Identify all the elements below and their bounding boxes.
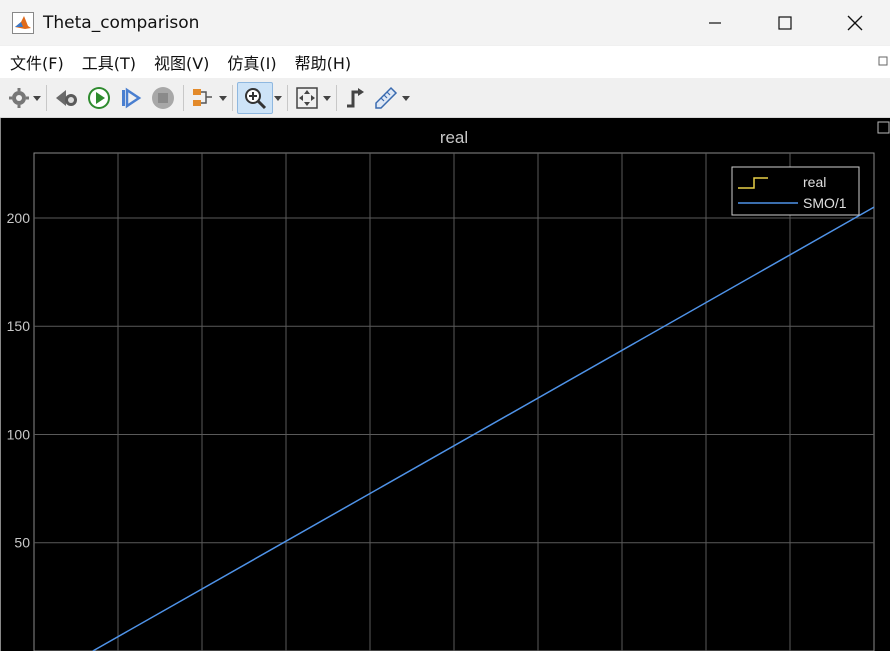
menu-view[interactable]: 视图(V): [154, 50, 209, 74]
undock-icon[interactable]: [877, 121, 890, 134]
collapse-menu-icon[interactable]: [878, 56, 888, 66]
fit-dropdown[interactable]: [322, 83, 332, 113]
toolbar: [0, 79, 890, 118]
fit-to-view-icon: [296, 87, 318, 109]
run-icon: [88, 87, 110, 109]
maximize-icon: [778, 15, 792, 30]
chevron-down-icon: [323, 95, 331, 101]
step-forward-button[interactable]: [115, 83, 147, 113]
settings-dropdown[interactable]: [32, 83, 42, 113]
legend-label-real: real: [803, 174, 826, 190]
zoom-in-button[interactable]: [237, 82, 273, 114]
toolbar-divider: [46, 85, 47, 111]
minimize-icon: [709, 21, 721, 24]
maximize-button[interactable]: [750, 0, 820, 45]
menu-bar: 文件(F) 工具(T) 视图(V) 仿真(I) 帮助(H): [0, 46, 890, 78]
menu-file[interactable]: 文件(F): [10, 50, 64, 74]
legend-label-smo: SMO/1: [803, 195, 847, 211]
y-tick-label: 100: [7, 426, 31, 442]
settings-button[interactable]: [6, 83, 32, 113]
window-title: Theta_comparison: [43, 12, 200, 33]
stop-button[interactable]: [147, 83, 179, 113]
menu-tools[interactable]: 工具(T): [82, 50, 136, 74]
chevron-down-icon: [274, 95, 282, 101]
settings-icon: [9, 88, 29, 108]
scope-plot[interactable]: real 50 100 150 200 real SMO/1: [1, 118, 890, 651]
signal-select-button[interactable]: [188, 83, 218, 113]
measure-dropdown[interactable]: [401, 83, 411, 113]
chevron-down-icon: [33, 95, 41, 101]
toolbar-divider: [183, 85, 184, 111]
title-bar: Theta_comparison: [0, 0, 890, 45]
triggers-icon: [347, 88, 364, 108]
chevron-down-icon: [402, 95, 410, 101]
signal-select-icon: [193, 89, 212, 106]
close-icon: [847, 15, 863, 30]
step-back-button[interactable]: [51, 83, 83, 113]
y-tick-label: 200: [7, 210, 31, 226]
menu-help[interactable]: 帮助(H): [295, 50, 352, 74]
signal-select-dropdown[interactable]: [218, 83, 228, 113]
y-tick-label: 150: [7, 318, 31, 334]
menu-simulation[interactable]: 仿真(I): [227, 50, 276, 74]
zoom-in-icon: [245, 88, 267, 110]
zoom-dropdown[interactable]: [273, 83, 283, 113]
chevron-down-icon: [219, 95, 227, 101]
step-forward-icon: [122, 87, 142, 109]
y-tick-label: 50: [14, 535, 30, 551]
triggers-button[interactable]: [341, 83, 371, 113]
cursor-measure-icon: [375, 86, 398, 109]
matlab-icon: [12, 11, 34, 34]
step-back-icon: [56, 90, 77, 106]
toolbar-divider: [287, 85, 288, 111]
run-button[interactable]: [83, 83, 115, 113]
scope-panel: real 50 100 150 200 real SMO/1: [0, 118, 890, 651]
stop-icon: [152, 87, 174, 109]
cursor-measure-button[interactable]: [371, 83, 401, 113]
toolbar-divider: [232, 85, 233, 111]
close-button[interactable]: [820, 0, 890, 45]
minimize-button[interactable]: [680, 0, 750, 45]
fit-to-view-button[interactable]: [292, 83, 322, 113]
toolbar-divider: [336, 85, 337, 111]
chart-title: real: [440, 128, 468, 147]
series-line-smo: [92, 206, 875, 651]
window-controls: [680, 0, 890, 45]
